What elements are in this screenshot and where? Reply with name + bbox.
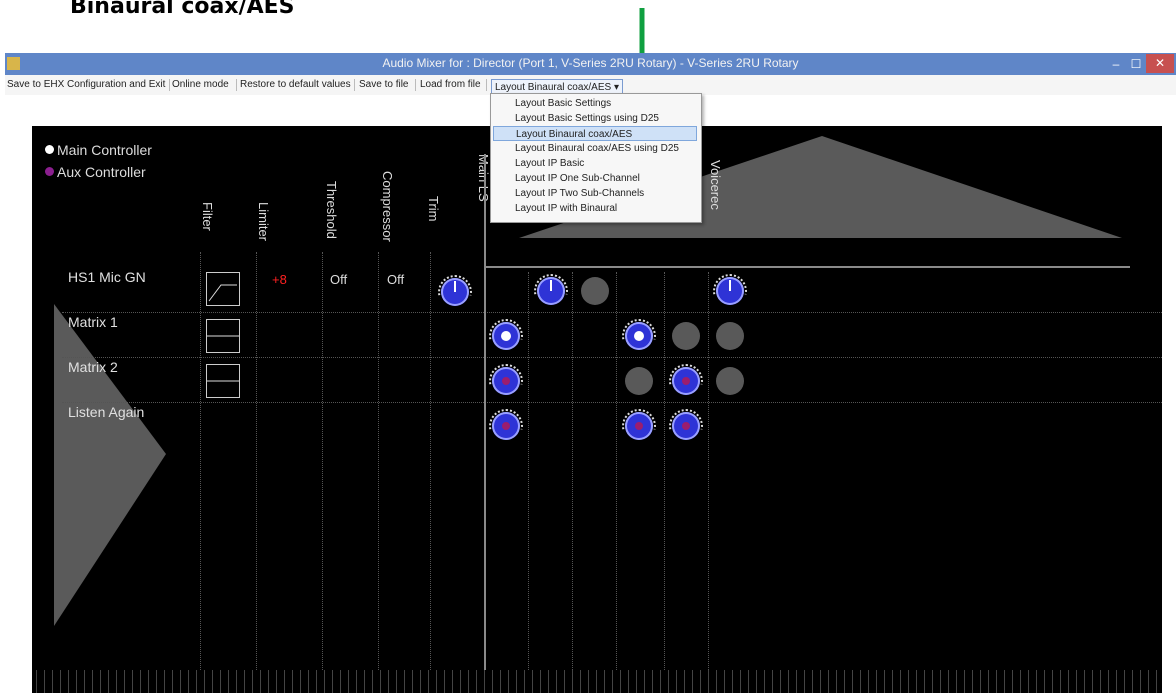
- section-divider: [484, 154, 486, 670]
- column-compressor: Compressor: [380, 171, 395, 242]
- separator: [169, 79, 170, 91]
- filter-flat-icon: [207, 380, 239, 382]
- layout-option[interactable]: Layout Basic Settings: [493, 96, 697, 111]
- crosspoint-knob[interactable]: [622, 319, 656, 350]
- separator: [236, 79, 237, 91]
- grid-line: [572, 272, 573, 670]
- window-title: Audio Mixer for : Director (Port 1, V-Se…: [382, 56, 799, 70]
- toolbar: Save to EHX Configuration and Exit Onlin…: [5, 75, 1176, 96]
- column-trim: Trim: [426, 196, 441, 222]
- row-label-hs1-mic-gn: HS1 Mic GN: [68, 269, 146, 285]
- limiter-value[interactable]: +8: [272, 272, 287, 287]
- crosspoint-knob[interactable]: [581, 277, 609, 305]
- voicerec-knob[interactable]: [713, 274, 747, 305]
- grid-line: [378, 252, 379, 670]
- main-controller-dot: [45, 145, 54, 154]
- grid-line: [430, 252, 431, 670]
- maximize-button[interactable]: ☐: [1128, 57, 1144, 71]
- grid-line: [62, 357, 1162, 358]
- grid-line: [322, 252, 323, 670]
- crosspoint-knob[interactable]: [489, 319, 523, 350]
- grid-line: [62, 402, 1162, 403]
- grid-line: [62, 312, 1162, 313]
- save-to-file-button[interactable]: Save to file: [359, 79, 408, 90]
- column-threshold: Threshold: [324, 181, 339, 239]
- aux-controller-dot: [45, 167, 54, 176]
- layout-option[interactable]: Layout Basic Settings using D25: [493, 111, 697, 126]
- filter-button-hs1[interactable]: [206, 272, 240, 306]
- crosspoint-knob[interactable]: [489, 364, 523, 395]
- separator: [486, 79, 487, 91]
- compressor-value[interactable]: Off: [387, 272, 404, 287]
- threshold-value[interactable]: Off: [330, 272, 347, 287]
- crosspoint-knob[interactable]: [669, 409, 703, 440]
- layout-option[interactable]: Layout IP Basic: [493, 156, 697, 171]
- column-voicerec: Voicerec: [708, 160, 723, 210]
- row-label-matrix-1: Matrix 1: [68, 314, 118, 330]
- filter-button-matrix-1[interactable]: [206, 319, 240, 353]
- aux-controller-label: Aux Controller: [57, 164, 146, 180]
- layout-dropdown-list: Layout Basic Settings Layout Basic Setti…: [490, 93, 702, 223]
- crosspoint-knob[interactable]: [489, 409, 523, 440]
- save-exit-button[interactable]: Save to EHX Configuration and Exit: [7, 79, 165, 90]
- layout-option[interactable]: Layout IP One Sub-Channel: [493, 171, 697, 186]
- grid-line: [664, 272, 665, 670]
- crosspoint-knob[interactable]: [716, 322, 744, 350]
- grid-line: [200, 252, 201, 670]
- crosspoint-knob[interactable]: [534, 274, 568, 305]
- layout-option[interactable]: Layout IP with Binaural: [493, 201, 697, 216]
- layout-option-selected[interactable]: Layout Binaural coax/AES: [493, 126, 697, 141]
- grid-line: [528, 272, 529, 670]
- layout-option[interactable]: Layout IP Two Sub-Channels: [493, 186, 697, 201]
- minimize-button[interactable]: –: [1108, 57, 1124, 71]
- row-label-listen-again: Listen Again: [68, 404, 145, 420]
- crosspoint-knob[interactable]: [669, 364, 703, 395]
- crosspoint-knob[interactable]: [672, 322, 700, 350]
- crosspoint-knob[interactable]: [716, 367, 744, 395]
- filter-curve-icon: [208, 284, 237, 302]
- title-bar: Audio Mixer for : Director (Port 1, V-Se…: [5, 53, 1176, 75]
- layout-option[interactable]: Layout Binaural coax/AES using D25: [493, 141, 697, 156]
- separator: [354, 79, 355, 91]
- restore-defaults-button[interactable]: Restore to default values: [240, 79, 351, 90]
- close-button[interactable]: ✕: [1146, 54, 1174, 73]
- column-filter: Filter: [200, 202, 215, 231]
- section-divider: [484, 266, 1130, 268]
- filter-button-matrix-2[interactable]: [206, 364, 240, 398]
- grid-line: [256, 252, 257, 670]
- crosspoint-knob[interactable]: [625, 367, 653, 395]
- row-label-matrix-2: Matrix 2: [68, 359, 118, 375]
- online-mode-button[interactable]: Online mode: [172, 79, 229, 90]
- load-from-file-button[interactable]: Load from file: [420, 79, 481, 90]
- separator: [415, 79, 416, 91]
- grid-line: [708, 272, 709, 670]
- grid-line: [616, 272, 617, 670]
- trim-knob[interactable]: [438, 275, 472, 306]
- main-controller-label: Main Controller: [57, 142, 152, 158]
- filter-flat-icon: [207, 335, 239, 337]
- crosspoint-knob[interactable]: [622, 409, 656, 440]
- caption-heading: Binaural coax/AES: [70, 0, 295, 19]
- column-limiter: Limiter: [256, 202, 271, 242]
- channel-strip-bar: [32, 670, 1162, 693]
